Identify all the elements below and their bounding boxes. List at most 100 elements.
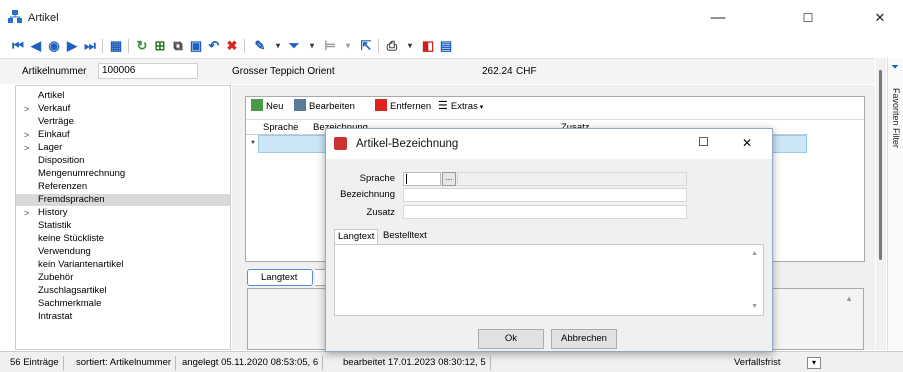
sidebar-item-history[interactable]: > History [16,207,230,219]
undo-icon[interactable]: ↶ [206,38,222,54]
new-record-icon[interactable]: ⊞ [152,38,168,54]
chevron-right-icon[interactable]: > [24,103,29,115]
ok-button[interactable]: Ok [478,329,544,349]
new-label: Neu [266,101,284,112]
new-icon [251,99,263,111]
dialog-langtext-area[interactable]: ▲ ▼ [334,244,764,316]
favorites-filter-bar[interactable]: ⏷ Favoriten Filter [887,58,903,350]
pin-icon[interactable]: ✎ [252,38,268,54]
sidebar-item-keine-stückliste[interactable]: keine Stückliste [16,233,230,245]
sidebar-item-label: Fremdsprachen [38,194,105,205]
status-sort: sortiert: Artikelnummer [72,356,177,370]
dialog-maximize-button[interactable]: ☐ [698,135,709,149]
pdf-icon[interactable]: ◧ [420,38,436,54]
sidebar-item-referenzen[interactable]: Referenzen [16,181,230,193]
sidebar-item-zubehör[interactable]: Zubehör [16,272,230,284]
sidebar-item-einkauf[interactable]: > Einkauf [16,129,230,141]
tab-langtext[interactable]: Langtext [247,269,313,286]
status-entries: 56 Einträge [6,356,64,370]
cancel-button[interactable]: Abbrechen [551,329,617,349]
toolbar-separator [244,39,245,53]
remove-icon [375,99,387,111]
extras-menu-button[interactable]: ☰ Extras ▾ [438,99,483,113]
prev-icon[interactable]: ◉ [46,38,62,54]
sidebar-item-intrastat[interactable]: Intrastat [16,311,230,323]
bezeichnung-input[interactable] [403,188,687,202]
pin-dropdown-icon[interactable]: ▾ [270,38,286,54]
close-button[interactable]: ✕ [857,6,903,30]
toolbar-separator [128,39,129,53]
sidebar-item-verwendung[interactable]: Verwendung [16,246,230,258]
sidebar-item-label: History [38,207,68,218]
copy-icon[interactable]: ⧉ [170,38,186,54]
next-icon[interactable]: ▶ [64,38,80,54]
dialog-close-button[interactable]: ✕ [742,136,752,150]
sprache-input[interactable] [403,172,441,186]
sidebar-item-artikel[interactable]: Artikel [16,90,230,102]
sprache-browse-button[interactable]: ... [442,172,456,186]
first-record-icon[interactable]: ⏮ [10,38,26,54]
delete-button[interactable]: Entfernen [375,99,431,113]
column-header-sprache[interactable]: Sprache [263,122,299,134]
sidebar-item-verträge[interactable]: Verträge [16,116,230,128]
sidebar-item-mengenumrechnung[interactable]: Mengenumrechnung [16,168,230,180]
sidebar-item-label: Verkauf [38,103,71,114]
vertical-scrollbar[interactable] [876,58,886,350]
article-number-label: Artikelnummer [22,66,87,77]
sidebar-item-label: Verträge [38,116,74,127]
dialog-title-bar: Artikel-Bezeichnung ☐ ✕ [326,129,772,159]
last-record-icon[interactable]: ⏭ [82,38,98,54]
print-dropdown-icon[interactable]: ▾ [402,38,418,54]
sidebar-item-kein-variantenartikel[interactable]: kein Variantenartikel [16,259,230,271]
tree-dropdown-icon[interactable]: ▾ [340,38,356,54]
list-view-icon[interactable]: ▦ [108,38,124,54]
disk-icon[interactable]: ▤ [438,38,454,54]
article-number-field[interactable]: 100006 [98,63,198,79]
cursor-icon[interactable]: ⇱ [358,38,374,54]
sidebar-item-zuschlagsartikel[interactable]: Zuschlagsartikel [16,285,230,297]
sidebar-item-lager[interactable]: > Lager [16,142,230,154]
chevron-right-icon[interactable]: > [24,207,29,219]
scroll-up-icon[interactable]: ▲ [845,294,853,303]
sidebar-item-fremdsprachen[interactable]: Fremdsprachen [16,194,230,206]
label-sprache: Sprache [359,173,395,184]
sidebar-item-disposition[interactable]: Disposition [16,155,230,167]
zusatz-input[interactable] [403,205,687,219]
chevron-right-icon[interactable]: > [24,142,29,154]
sidebar-item-label: Zuschlagsartikel [38,285,107,296]
sidebar-item-label: Einkauf [38,129,70,140]
sidebar-item-verkauf[interactable]: > Verkauf [16,103,230,115]
extras-label: Extras [450,101,478,112]
dialog-tab-langtext[interactable]: Langtext [334,229,379,245]
refresh-icon[interactable]: ↻ [134,38,150,54]
print-icon[interactable]: ⎙ [384,38,400,54]
tree-icon[interactable]: ⊨ [322,38,338,54]
chevron-right-icon[interactable]: > [24,129,29,141]
maximize-button[interactable]: ☐ [785,6,831,30]
sidebar-item-sachmerkmale[interactable]: Sachmerkmale [16,298,230,310]
article-number-value: 100006 [102,65,136,76]
sidebar-item-statistik[interactable]: Statistik [16,220,230,232]
edit-button[interactable]: Bearbeiten [294,99,355,113]
sidebar-item-label: Zubehör [38,272,74,283]
new-button[interactable]: Neu [251,99,283,113]
save-icon[interactable]: ▣ [188,38,204,54]
dialog-tab-bestelltext[interactable]: Bestelltext [380,229,430,243]
sidebar-item-label: Intrastat [38,311,73,322]
edit-label: Bearbeiten [309,101,355,112]
dialog-app-icon [334,137,347,150]
sidebar-item-label: Statistik [38,220,72,231]
minimize-button[interactable]: — [695,6,741,30]
filter-icon[interactable]: ⏷ [286,38,302,54]
scroll-thumb[interactable] [879,70,882,260]
scroll-up-icon[interactable]: ▲ [751,250,758,257]
prev-record-icon[interactable]: ◀ [28,38,44,54]
delete-icon[interactable]: ✖ [224,38,240,54]
expiry-dropdown[interactable]: ▾ [807,357,821,369]
scroll-down-icon[interactable]: ▼ [751,303,758,310]
filter-dropdown-icon[interactable]: ▾ [304,38,320,54]
article-description-dialog: Artikel-Bezeichnung ☐ ✕ Sprache ... Beze… [325,128,773,352]
status-bar: 56 Einträge sortiert: Artikelnummer ange… [0,351,903,372]
status-edited: bearbeitet 17.01.2023 08:30:12, 5 [339,356,491,370]
sidebar-nav: Artikel > Verkauf Verträge > Einkauf > Lager Dis… [15,85,231,350]
